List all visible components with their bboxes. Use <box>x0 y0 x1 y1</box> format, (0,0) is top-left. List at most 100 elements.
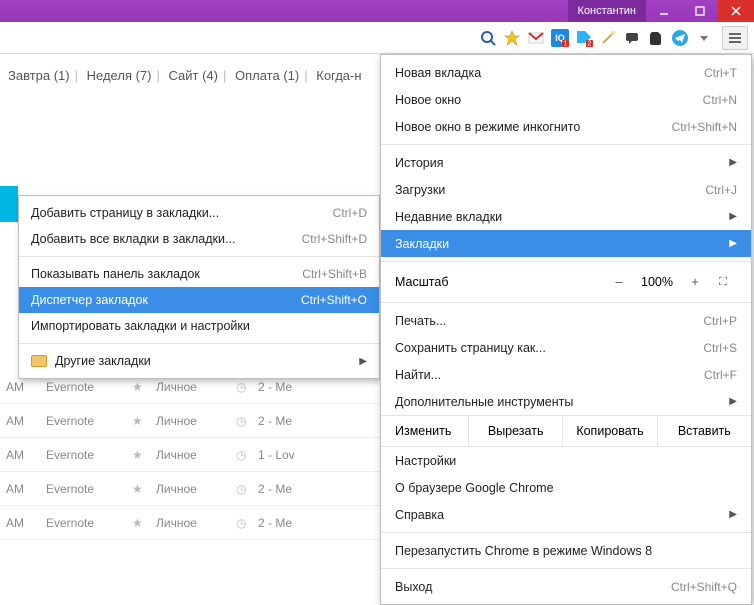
menu-item[interactable]: Найти...Ctrl+F <box>381 361 751 388</box>
task-when: 1 - Lov <box>258 448 380 462</box>
menu-item[interactable]: О браузере Google Chrome <box>381 474 751 501</box>
maximize-button[interactable] <box>682 0 718 22</box>
menu-item[interactable]: Справка ▶ <box>381 501 751 528</box>
zoom-out-button[interactable]: – <box>605 275 633 289</box>
menu-item[interactable]: Недавние вкладки▶ <box>381 203 751 230</box>
menu-item[interactable]: История ▶ <box>381 149 751 176</box>
task-row[interactable]: AM Evernote ★ Личное ◷ 2 - Me <box>0 472 380 506</box>
clock-icon: ◷ <box>236 380 258 394</box>
tab-item[interactable]: Когда-н <box>316 68 361 83</box>
menu-item-label: Показывать панель закладок <box>31 267 302 281</box>
close-button[interactable] <box>718 0 754 22</box>
menu-item[interactable]: Закладки▶ <box>381 230 751 257</box>
star-icon[interactable] <box>502 28 522 48</box>
menu-item-shortcut: Ctrl+Shift+D <box>302 232 367 246</box>
menu-item-shortcut: Ctrl+Shift+Q <box>671 580 737 594</box>
task-row[interactable]: AM Evernote ★ Личное ◷ 2 - Me <box>0 404 380 438</box>
menu-item[interactable]: Новая вкладкаCtrl+T <box>381 59 751 86</box>
menu-item[interactable]: Новое окно в режиме инкогнитоCtrl+Shift+… <box>381 113 751 140</box>
menu-item[interactable]: Перезапустить Chrome в режиме Windows 8 <box>381 537 751 564</box>
menu-item-label: Импортировать закладки и настройки <box>31 319 367 333</box>
fullscreen-icon[interactable]: ⛶ <box>709 276 737 289</box>
menu-item[interactable]: Другие закладки▶ <box>19 348 379 374</box>
clock-icon: ◷ <box>236 482 258 496</box>
chat-icon[interactable] <box>622 28 642 48</box>
task-time: AM <box>0 380 46 394</box>
tag-extension-icon[interactable]: 2 <box>574 28 594 48</box>
task-app: Evernote <box>46 414 132 428</box>
menu-item[interactable]: ЗагрузкиCtrl+J <box>381 176 751 203</box>
main-menu-button[interactable] <box>722 26 748 50</box>
menu-item[interactable]: Добавить страницу в закладки...Ctrl+D <box>19 200 379 226</box>
task-app: Evernote <box>46 516 132 530</box>
menu-item-label: Выход <box>395 580 671 594</box>
task-when: 2 - Me <box>258 380 380 394</box>
star-icon[interactable]: ★ <box>132 414 156 428</box>
tab-item[interactable]: Неделя (7) <box>87 68 152 83</box>
menu-item-shortcut: Ctrl+P <box>703 314 737 328</box>
menu-item[interactable]: Добавить все вкладки в закладки...Ctrl+S… <box>19 226 379 252</box>
menu-item-label: Перезапустить Chrome в режиме Windows 8 <box>395 544 737 558</box>
folder-icon <box>31 355 47 367</box>
evernote-icon[interactable] <box>646 28 666 48</box>
menu-item-label: Найти... <box>395 368 704 382</box>
menu-item-shortcut: Ctrl+Shift+O <box>301 293 367 307</box>
zoom-row: Масштаб – 100% + ⛶ <box>381 266 751 298</box>
minimize-button[interactable] <box>646 0 682 22</box>
menu-item[interactable]: Сохранить страницу как...Ctrl+S <box>381 334 751 361</box>
menu-item-label: Новая вкладка <box>395 66 704 80</box>
star-icon[interactable]: ★ <box>132 516 156 530</box>
edit-row: Изменить Вырезать Копировать Вставить <box>381 415 751 447</box>
menu-item-shortcut: Ctrl+Shift+B <box>302 267 367 281</box>
task-category: Личное <box>156 380 236 394</box>
menu-item[interactable]: Диспетчер закладокCtrl+Shift+O <box>19 287 379 313</box>
svg-text:1: 1 <box>564 40 568 47</box>
task-row[interactable]: AM Evernote ★ Личное ◷ 1 - Lov <box>0 438 380 472</box>
cut-button[interactable]: Вырезать <box>469 416 563 446</box>
tab-item[interactable]: Завтра (1) <box>8 68 70 83</box>
tab-item[interactable]: Сайт (4) <box>169 68 218 83</box>
search-icon[interactable] <box>478 28 498 48</box>
star-icon[interactable]: ★ <box>132 448 156 462</box>
chevron-right-icon: ▶ <box>729 211 737 222</box>
menu-item-shortcut: Ctrl+F <box>704 368 737 382</box>
star-icon[interactable]: ★ <box>132 380 156 394</box>
menu-item-label: История <box>395 156 723 170</box>
zoom-in-button[interactable]: + <box>681 275 709 289</box>
overflow-icon[interactable] <box>694 28 714 48</box>
menu-item[interactable]: Показывать панель закладокCtrl+Shift+B <box>19 261 379 287</box>
copy-button[interactable]: Копировать <box>563 416 657 446</box>
task-app: Evernote <box>46 482 132 496</box>
menu-item-shortcut: Ctrl+Shift+N <box>672 120 737 134</box>
menu-item[interactable]: Печать...Ctrl+P <box>381 307 751 334</box>
iq-extension-icon[interactable]: IQ1 <box>550 28 570 48</box>
window-titlebar: Константин <box>0 0 754 22</box>
task-app: Evernote <box>46 448 132 462</box>
menu-item[interactable]: Дополнительные инструменты▶ <box>381 388 751 415</box>
menu-item[interactable]: Новое окноCtrl+N <box>381 86 751 113</box>
task-time: AM <box>0 414 46 428</box>
menu-item[interactable]: Импортировать закладки и настройки <box>19 313 379 339</box>
tab-item[interactable]: Оплата (1) <box>235 68 299 83</box>
menu-item-label: Новое окно в режиме инкогнито <box>395 120 672 134</box>
chevron-right-icon: ▶ <box>729 509 737 520</box>
paste-button[interactable]: Вставить <box>658 416 751 446</box>
menu-item-label: Печать... <box>395 314 703 328</box>
gmail-icon[interactable] <box>526 28 546 48</box>
chevron-right-icon: ▶ <box>729 157 737 168</box>
menu-item[interactable]: ВыходCtrl+Shift+Q <box>381 573 751 600</box>
user-badge[interactable]: Константин <box>568 0 646 22</box>
menu-item-label: Справка <box>395 508 723 522</box>
menu-item-shortcut: Ctrl+J <box>705 183 737 197</box>
menu-item[interactable]: Настройки <box>381 447 751 474</box>
telegram-icon[interactable] <box>670 28 690 48</box>
task-app: Evernote <box>46 380 132 394</box>
menu-item-shortcut: Ctrl+D <box>333 206 367 220</box>
task-when: 2 - Me <box>258 414 380 428</box>
star-icon[interactable]: ★ <box>132 482 156 496</box>
task-row[interactable]: AM Evernote ★ Личное ◷ 2 - Me <box>0 506 380 540</box>
menu-item-label: Новое окно <box>395 93 703 107</box>
wand-icon[interactable] <box>598 28 618 48</box>
chevron-right-icon: ▶ <box>729 238 737 249</box>
clock-icon: ◷ <box>236 448 258 462</box>
